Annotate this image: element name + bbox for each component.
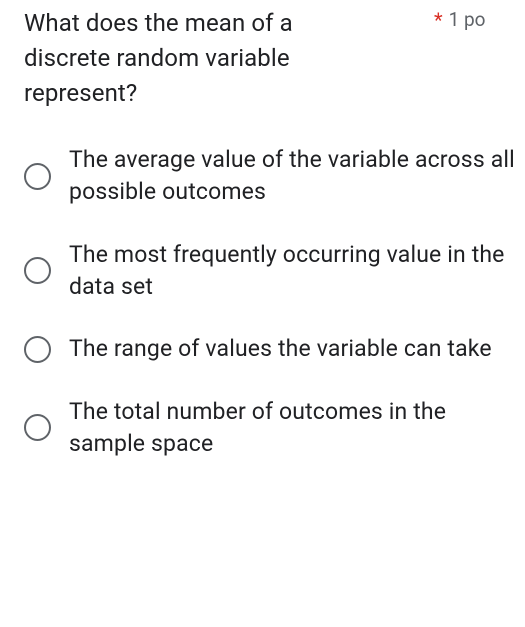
option-1[interactable]: The average value of the variable across… bbox=[24, 144, 523, 207]
radio-icon bbox=[24, 336, 51, 363]
option-label: The average value of the variable across… bbox=[69, 144, 523, 207]
option-4[interactable]: The total number of outcomes in the samp… bbox=[24, 396, 523, 459]
required-indicator: * bbox=[434, 6, 443, 34]
option-2[interactable]: The most frequently occurring value in t… bbox=[24, 239, 523, 302]
radio-icon bbox=[24, 414, 51, 441]
points-label: 1 po bbox=[449, 6, 486, 35]
radio-icon bbox=[24, 163, 51, 190]
question-text: What does the mean of a discrete random … bbox=[24, 6, 374, 110]
question-header: What does the mean of a discrete random … bbox=[24, 6, 523, 110]
option-label: The total number of outcomes in the samp… bbox=[69, 396, 523, 459]
option-label: The range of values the variable can tak… bbox=[69, 333, 492, 365]
radio-icon bbox=[24, 257, 51, 284]
options-group: The average value of the variable across… bbox=[24, 144, 523, 459]
option-label: The most frequently occurring value in t… bbox=[69, 239, 523, 302]
question-block: What does the mean of a discrete random … bbox=[0, 0, 525, 460]
option-3[interactable]: The range of values the variable can tak… bbox=[24, 333, 523, 365]
